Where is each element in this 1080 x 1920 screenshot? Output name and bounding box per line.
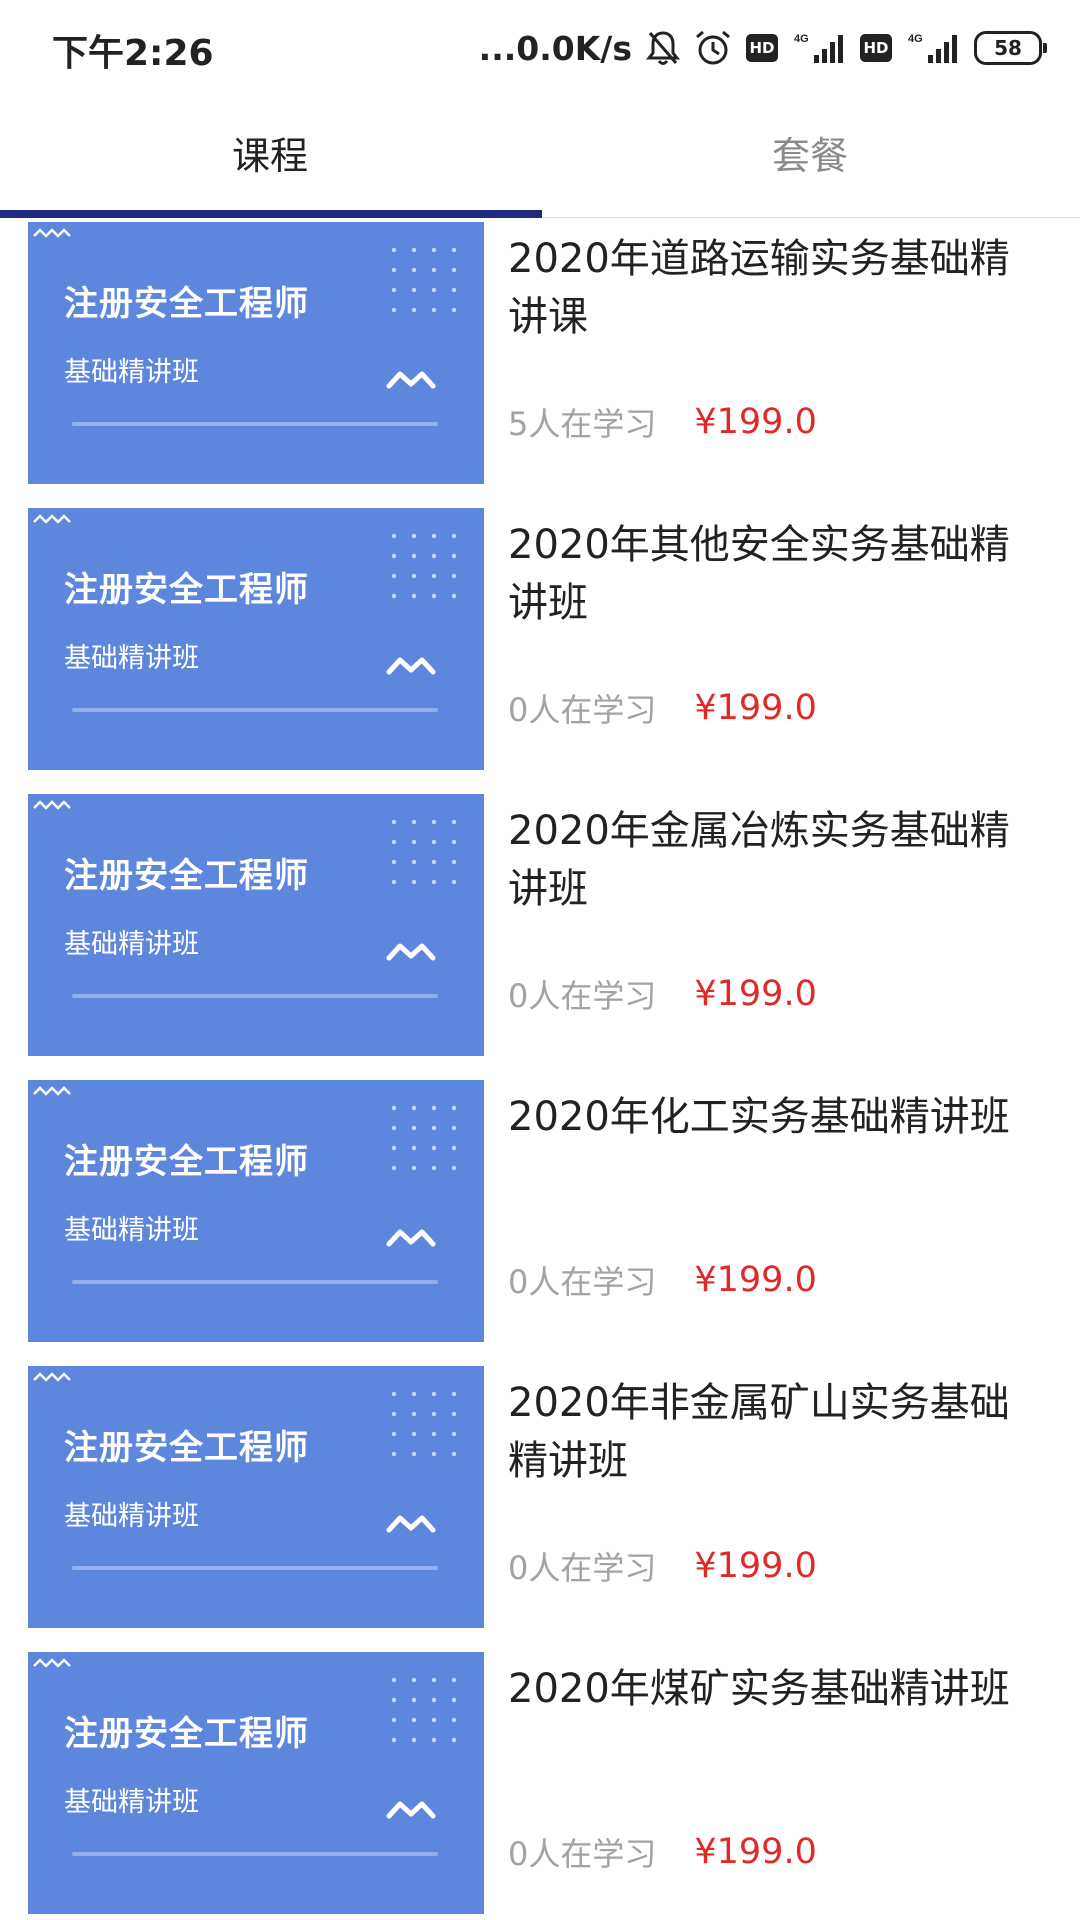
course-thumbnail[interactable]: 注册安全工程师 基础精讲班 bbox=[28, 1366, 484, 1628]
tab-bar: 课程 套餐 bbox=[0, 96, 1080, 218]
course-item[interactable]: 注册安全工程师 基础精讲班 2020年非金属矿山实务基础精讲班 0人在学习 ¥1… bbox=[0, 1366, 1080, 1628]
course-title[interactable]: 2020年道路运输实务基础精讲课 bbox=[508, 230, 1028, 346]
signal-4g-icon: 4G bbox=[792, 31, 846, 65]
status-time: 下午2:26 bbox=[52, 33, 214, 74]
course-thumbnail[interactable]: 注册安全工程师 基础精讲班 bbox=[28, 508, 484, 770]
chevron-wave-icon bbox=[386, 943, 436, 961]
thumbnail-divider bbox=[72, 1566, 438, 1570]
wave-decoration-icon bbox=[33, 800, 71, 810]
dot-grid-decoration bbox=[384, 1384, 472, 1472]
course-item[interactable]: 注册安全工程师 基础精讲班 2020年道路运输实务基础精讲课 5人在学习 ¥19… bbox=[0, 222, 1080, 484]
chevron-wave-icon bbox=[386, 371, 436, 389]
course-meta: 0人在学习 ¥199.0 bbox=[508, 1542, 817, 1590]
course-item[interactable]: 注册安全工程师 基础精讲班 2020年其他安全实务基础精讲班 0人在学习 ¥19… bbox=[0, 508, 1080, 770]
wave-decoration-icon bbox=[33, 514, 71, 524]
course-list[interactable]: 注册安全工程师 基础精讲班 2020年道路运输实务基础精讲课 5人在学习 ¥19… bbox=[0, 218, 1080, 1920]
course-title[interactable]: 2020年其他安全实务基础精讲班 bbox=[508, 516, 1028, 632]
thumbnail-subtitle: 基础精讲班 bbox=[64, 357, 199, 388]
thumbnail-subtitle: 基础精讲班 bbox=[64, 1215, 199, 1246]
thumbnail-subtitle: 基础精讲班 bbox=[64, 929, 199, 960]
thumbnail-divider bbox=[72, 422, 438, 426]
course-price: ¥199.0 bbox=[694, 1832, 817, 1872]
course-thumbnail[interactable]: 注册安全工程师 基础精讲班 bbox=[28, 222, 484, 484]
thumbnail-title: 注册安全工程师 bbox=[64, 856, 309, 896]
thumbnail-title: 注册安全工程师 bbox=[64, 284, 309, 324]
network-speed: ...0.0K/s bbox=[478, 28, 632, 68]
dot-grid-decoration bbox=[384, 812, 472, 900]
signal-4g-icon: 4G bbox=[906, 31, 960, 65]
dot-grid-decoration bbox=[384, 1098, 472, 1186]
dot-grid-decoration bbox=[384, 526, 472, 614]
thumbnail-divider bbox=[72, 994, 438, 998]
learner-count: 0人在学习 bbox=[508, 691, 657, 729]
thumbnail-divider bbox=[72, 708, 438, 712]
thumbnail-subtitle: 基础精讲班 bbox=[64, 1787, 199, 1818]
thumbnail-title: 注册安全工程师 bbox=[64, 1142, 309, 1182]
course-meta: 0人在学习 ¥199.0 bbox=[508, 1828, 817, 1876]
course-price: ¥199.0 bbox=[694, 1260, 817, 1300]
thumbnail-title: 注册安全工程师 bbox=[64, 570, 309, 610]
learner-count: 0人在学习 bbox=[508, 977, 657, 1015]
course-price: ¥199.0 bbox=[694, 1546, 817, 1586]
course-thumbnail[interactable]: 注册安全工程师 基础精讲班 bbox=[28, 1652, 484, 1914]
course-price: ¥199.0 bbox=[694, 402, 817, 442]
course-thumbnail[interactable]: 注册安全工程师 基础精讲班 bbox=[28, 794, 484, 1056]
learner-count: 0人在学习 bbox=[508, 1549, 657, 1587]
course-item[interactable]: 注册安全工程师 基础精讲班 2020年化工实务基础精讲班 0人在学习 ¥199.… bbox=[0, 1080, 1080, 1342]
thumbnail-title: 注册安全工程师 bbox=[64, 1714, 309, 1754]
thumbnail-subtitle: 基础精讲班 bbox=[64, 643, 199, 674]
alarm-icon bbox=[694, 29, 732, 67]
chevron-wave-icon bbox=[386, 1229, 436, 1247]
course-item[interactable]: 注册安全工程师 基础精讲班 2020年煤矿实务基础精讲班 0人在学习 ¥199.… bbox=[0, 1652, 1080, 1914]
active-tab-indicator bbox=[0, 210, 542, 218]
bell-muted-icon bbox=[645, 29, 681, 67]
course-item[interactable]: 注册安全工程师 基础精讲班 2020年金属冶炼实务基础精讲班 0人在学习 ¥19… bbox=[0, 794, 1080, 1056]
course-title[interactable]: 2020年煤矿实务基础精讲班 bbox=[508, 1660, 1028, 1718]
thumbnail-subtitle: 基础精讲班 bbox=[64, 1501, 199, 1532]
chevron-wave-icon bbox=[386, 657, 436, 675]
course-meta: 5人在学习 ¥199.0 bbox=[508, 398, 817, 446]
dot-grid-decoration bbox=[384, 1670, 472, 1758]
hd-icon: HD bbox=[860, 34, 892, 62]
course-title[interactable]: 2020年化工实务基础精讲班 bbox=[508, 1088, 1028, 1146]
course-thumbnail[interactable]: 注册安全工程师 基础精讲班 bbox=[28, 1080, 484, 1342]
course-meta: 0人在学习 ¥199.0 bbox=[508, 684, 817, 732]
wave-decoration-icon bbox=[33, 1086, 71, 1096]
learner-count: 0人在学习 bbox=[508, 1835, 657, 1873]
thumbnail-title: 注册安全工程师 bbox=[64, 1428, 309, 1468]
course-title[interactable]: 2020年非金属矿山实务基础精讲班 bbox=[508, 1374, 1028, 1490]
hd-icon: HD bbox=[746, 34, 778, 62]
course-price: ¥199.0 bbox=[694, 688, 817, 728]
course-title[interactable]: 2020年金属冶炼实务基础精讲班 bbox=[508, 802, 1028, 918]
wave-decoration-icon bbox=[33, 1658, 71, 1668]
chevron-wave-icon bbox=[386, 1515, 436, 1533]
status-bar: 下午2:26 ...0.0K/s HD 4G HD 4G 58 bbox=[0, 0, 1080, 96]
dot-grid-decoration bbox=[384, 240, 472, 328]
status-icons: ...0.0K/s HD 4G HD 4G 58 bbox=[478, 22, 1047, 74]
battery-icon: 58 bbox=[974, 31, 1047, 65]
svg-text:4G: 4G bbox=[794, 33, 809, 45]
course-price: ¥199.0 bbox=[694, 974, 817, 1014]
course-meta: 0人在学习 ¥199.0 bbox=[508, 970, 817, 1018]
thumbnail-divider bbox=[72, 1280, 438, 1284]
learner-count: 0人在学习 bbox=[508, 1263, 657, 1301]
course-meta: 0人在学习 ¥199.0 bbox=[508, 1256, 817, 1304]
tab-courses[interactable]: 课程 bbox=[0, 96, 540, 216]
tab-packages[interactable]: 套餐 bbox=[540, 96, 1080, 216]
svg-text:4G: 4G bbox=[908, 33, 923, 45]
learner-count: 5人在学习 bbox=[508, 405, 657, 443]
thumbnail-divider bbox=[72, 1852, 438, 1856]
wave-decoration-icon bbox=[33, 228, 71, 238]
chevron-wave-icon bbox=[386, 1801, 436, 1819]
wave-decoration-icon bbox=[33, 1372, 71, 1382]
